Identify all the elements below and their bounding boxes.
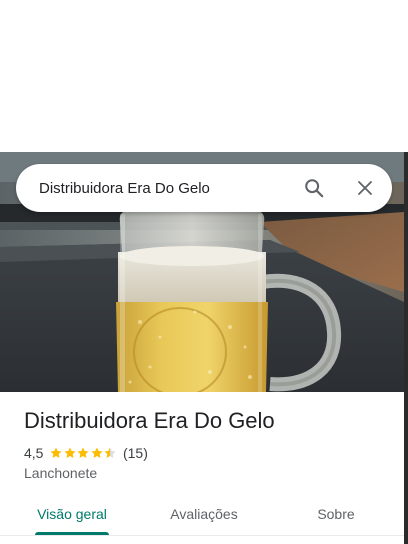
- rating-value: 4,5: [24, 445, 44, 461]
- review-count-link[interactable]: (15): [123, 445, 148, 461]
- search-input[interactable]: [39, 164, 299, 212]
- scrollbar-thumb[interactable]: [404, 152, 408, 544]
- clear-search-button[interactable]: [349, 172, 381, 204]
- star-rating: [49, 446, 117, 460]
- star-icon: [91, 447, 103, 458]
- place-panel: Distribuidora Era Do Gelo 4,5 (15) Lanch…: [0, 0, 408, 544]
- tab-about[interactable]: Sobre: [292, 494, 380, 534]
- tab-overview[interactable]: Visão geral: [24, 494, 120, 534]
- rating-row: 4,5 (15): [24, 444, 148, 462]
- star-icon: [77, 447, 90, 458]
- place-category[interactable]: Lanchonete: [24, 465, 97, 481]
- place-title: Distribuidora Era Do Gelo: [24, 408, 275, 433]
- tab-reviews[interactable]: Avaliações: [150, 494, 258, 534]
- search-box: [16, 164, 392, 212]
- scrollbar[interactable]: [404, 152, 408, 544]
- tab-bar: Visão geral Avaliações Sobre: [0, 494, 404, 538]
- search-icon: [305, 179, 324, 198]
- star-icon: [50, 447, 63, 458]
- close-icon: [358, 181, 372, 195]
- tab-divider: [0, 535, 404, 536]
- star-icon: [64, 447, 76, 458]
- star-icon: [104, 447, 117, 458]
- search-button[interactable]: [298, 172, 330, 204]
